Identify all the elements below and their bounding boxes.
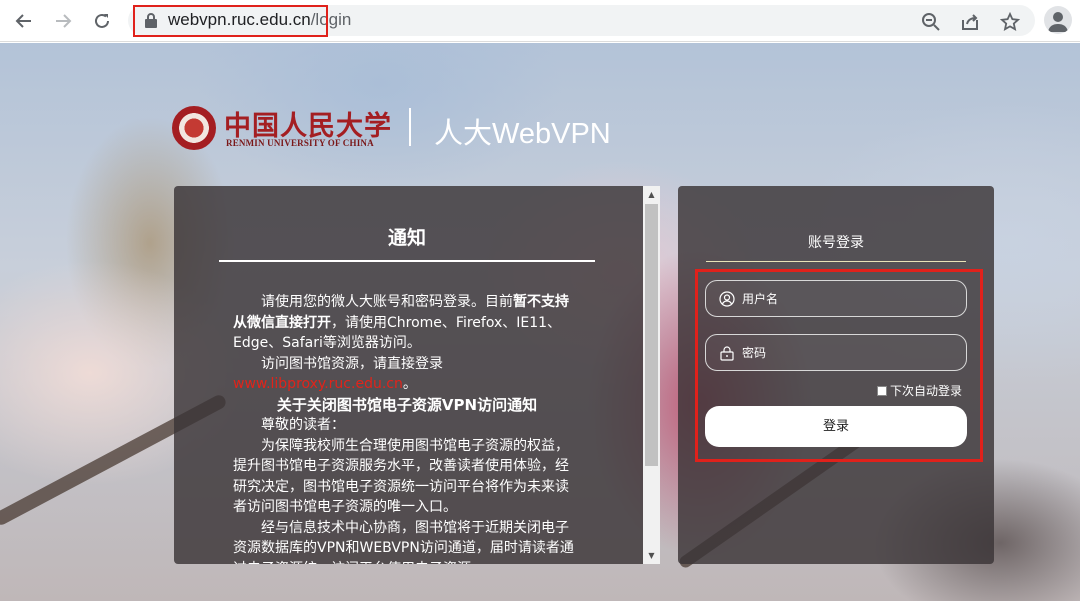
library-proxy-link[interactable]: www.libproxy.ruc.edu.cn bbox=[233, 376, 403, 392]
notice-text: 访问图书馆资源，请直接登录 bbox=[261, 355, 443, 372]
notice-greeting: 尊敬的读者： bbox=[261, 417, 345, 433]
notice-paragraph: 为保障我校师生合理使用图书馆电子资源的权益，提升图书馆电子资源服务水平，改善读者… bbox=[233, 437, 569, 516]
arrow-right-icon bbox=[56, 14, 72, 28]
zoom-icon[interactable] bbox=[921, 12, 941, 32]
reload-button[interactable] bbox=[88, 7, 116, 35]
person-icon bbox=[1048, 12, 1068, 32]
scroll-thumb[interactable] bbox=[645, 204, 658, 466]
forward-button[interactable] bbox=[49, 7, 77, 35]
notice-text: 。 bbox=[402, 376, 417, 392]
remember-me[interactable]: 下次自动登录 bbox=[877, 382, 962, 399]
notice-paragraph: 请使用您的微人大账号和密码登录。目前暂不支持从微信直接打开，请使用Chrome、… bbox=[233, 292, 581, 354]
lock-icon bbox=[720, 346, 734, 361]
notice-title: 通知 bbox=[387, 227, 426, 249]
notice-subheading: 关于关闭图书馆电子资源VPN访问通知 bbox=[276, 395, 538, 414]
login-divider bbox=[706, 261, 966, 262]
back-button[interactable] bbox=[10, 7, 38, 35]
remember-checkbox[interactable] bbox=[877, 385, 887, 396]
login-button[interactable]: 登录 bbox=[705, 406, 967, 447]
notice-paragraph: 经与信息技术中心协商，图书馆将于近期关闭电子资源数据库的VPN和WEBVPN访问… bbox=[233, 519, 574, 565]
notice-text: 请使用您的微人大账号和密码登录。目前 bbox=[261, 294, 513, 310]
username-field[interactable] bbox=[705, 280, 967, 317]
star-icon[interactable] bbox=[1000, 12, 1020, 32]
share-icon[interactable] bbox=[960, 12, 980, 32]
login-title: 账号登录 bbox=[808, 235, 864, 251]
university-seal-icon bbox=[172, 106, 216, 150]
login-page: 中国人民大学 RENMIN UNIVERSITY OF CHINA 人大WebV… bbox=[0, 43, 1080, 601]
user-icon bbox=[719, 291, 735, 307]
notice-divider bbox=[219, 260, 595, 262]
password-input[interactable] bbox=[742, 336, 962, 369]
logo-divider bbox=[409, 108, 411, 146]
arrow-left-icon bbox=[15, 14, 31, 28]
site-title: 人大WebVPN bbox=[434, 118, 611, 150]
notice-body: 请使用您的微人大账号和密码登录。目前暂不支持从微信直接打开，请使用Chrome、… bbox=[233, 292, 581, 564]
scroll-down-icon[interactable]: ▼ bbox=[643, 547, 660, 564]
username-input[interactable] bbox=[742, 282, 962, 315]
profile-avatar[interactable] bbox=[1044, 6, 1072, 34]
password-field[interactable] bbox=[705, 334, 967, 371]
reload-icon bbox=[95, 13, 109, 28]
url-highlight-box bbox=[133, 5, 328, 37]
remember-label: 下次自动登录 bbox=[890, 384, 963, 398]
logo-english: RENMIN UNIVERSITY OF CHINA bbox=[226, 138, 374, 148]
login-panel: 账号登录 下次自动登录 登录 bbox=[678, 186, 994, 564]
notice-panel: 通知 请使用您的微人大账号和密码登录。目前暂不支持从微信直接打开，请使用Chro… bbox=[174, 186, 660, 564]
scroll-up-icon[interactable]: ▲ bbox=[643, 186, 660, 203]
notice-paragraph: 访问图书馆资源，请直接登录 www.libproxy.ruc.edu.cn。 bbox=[233, 354, 581, 395]
notice-scrollbar[interactable]: ▲ ▼ bbox=[643, 186, 660, 564]
